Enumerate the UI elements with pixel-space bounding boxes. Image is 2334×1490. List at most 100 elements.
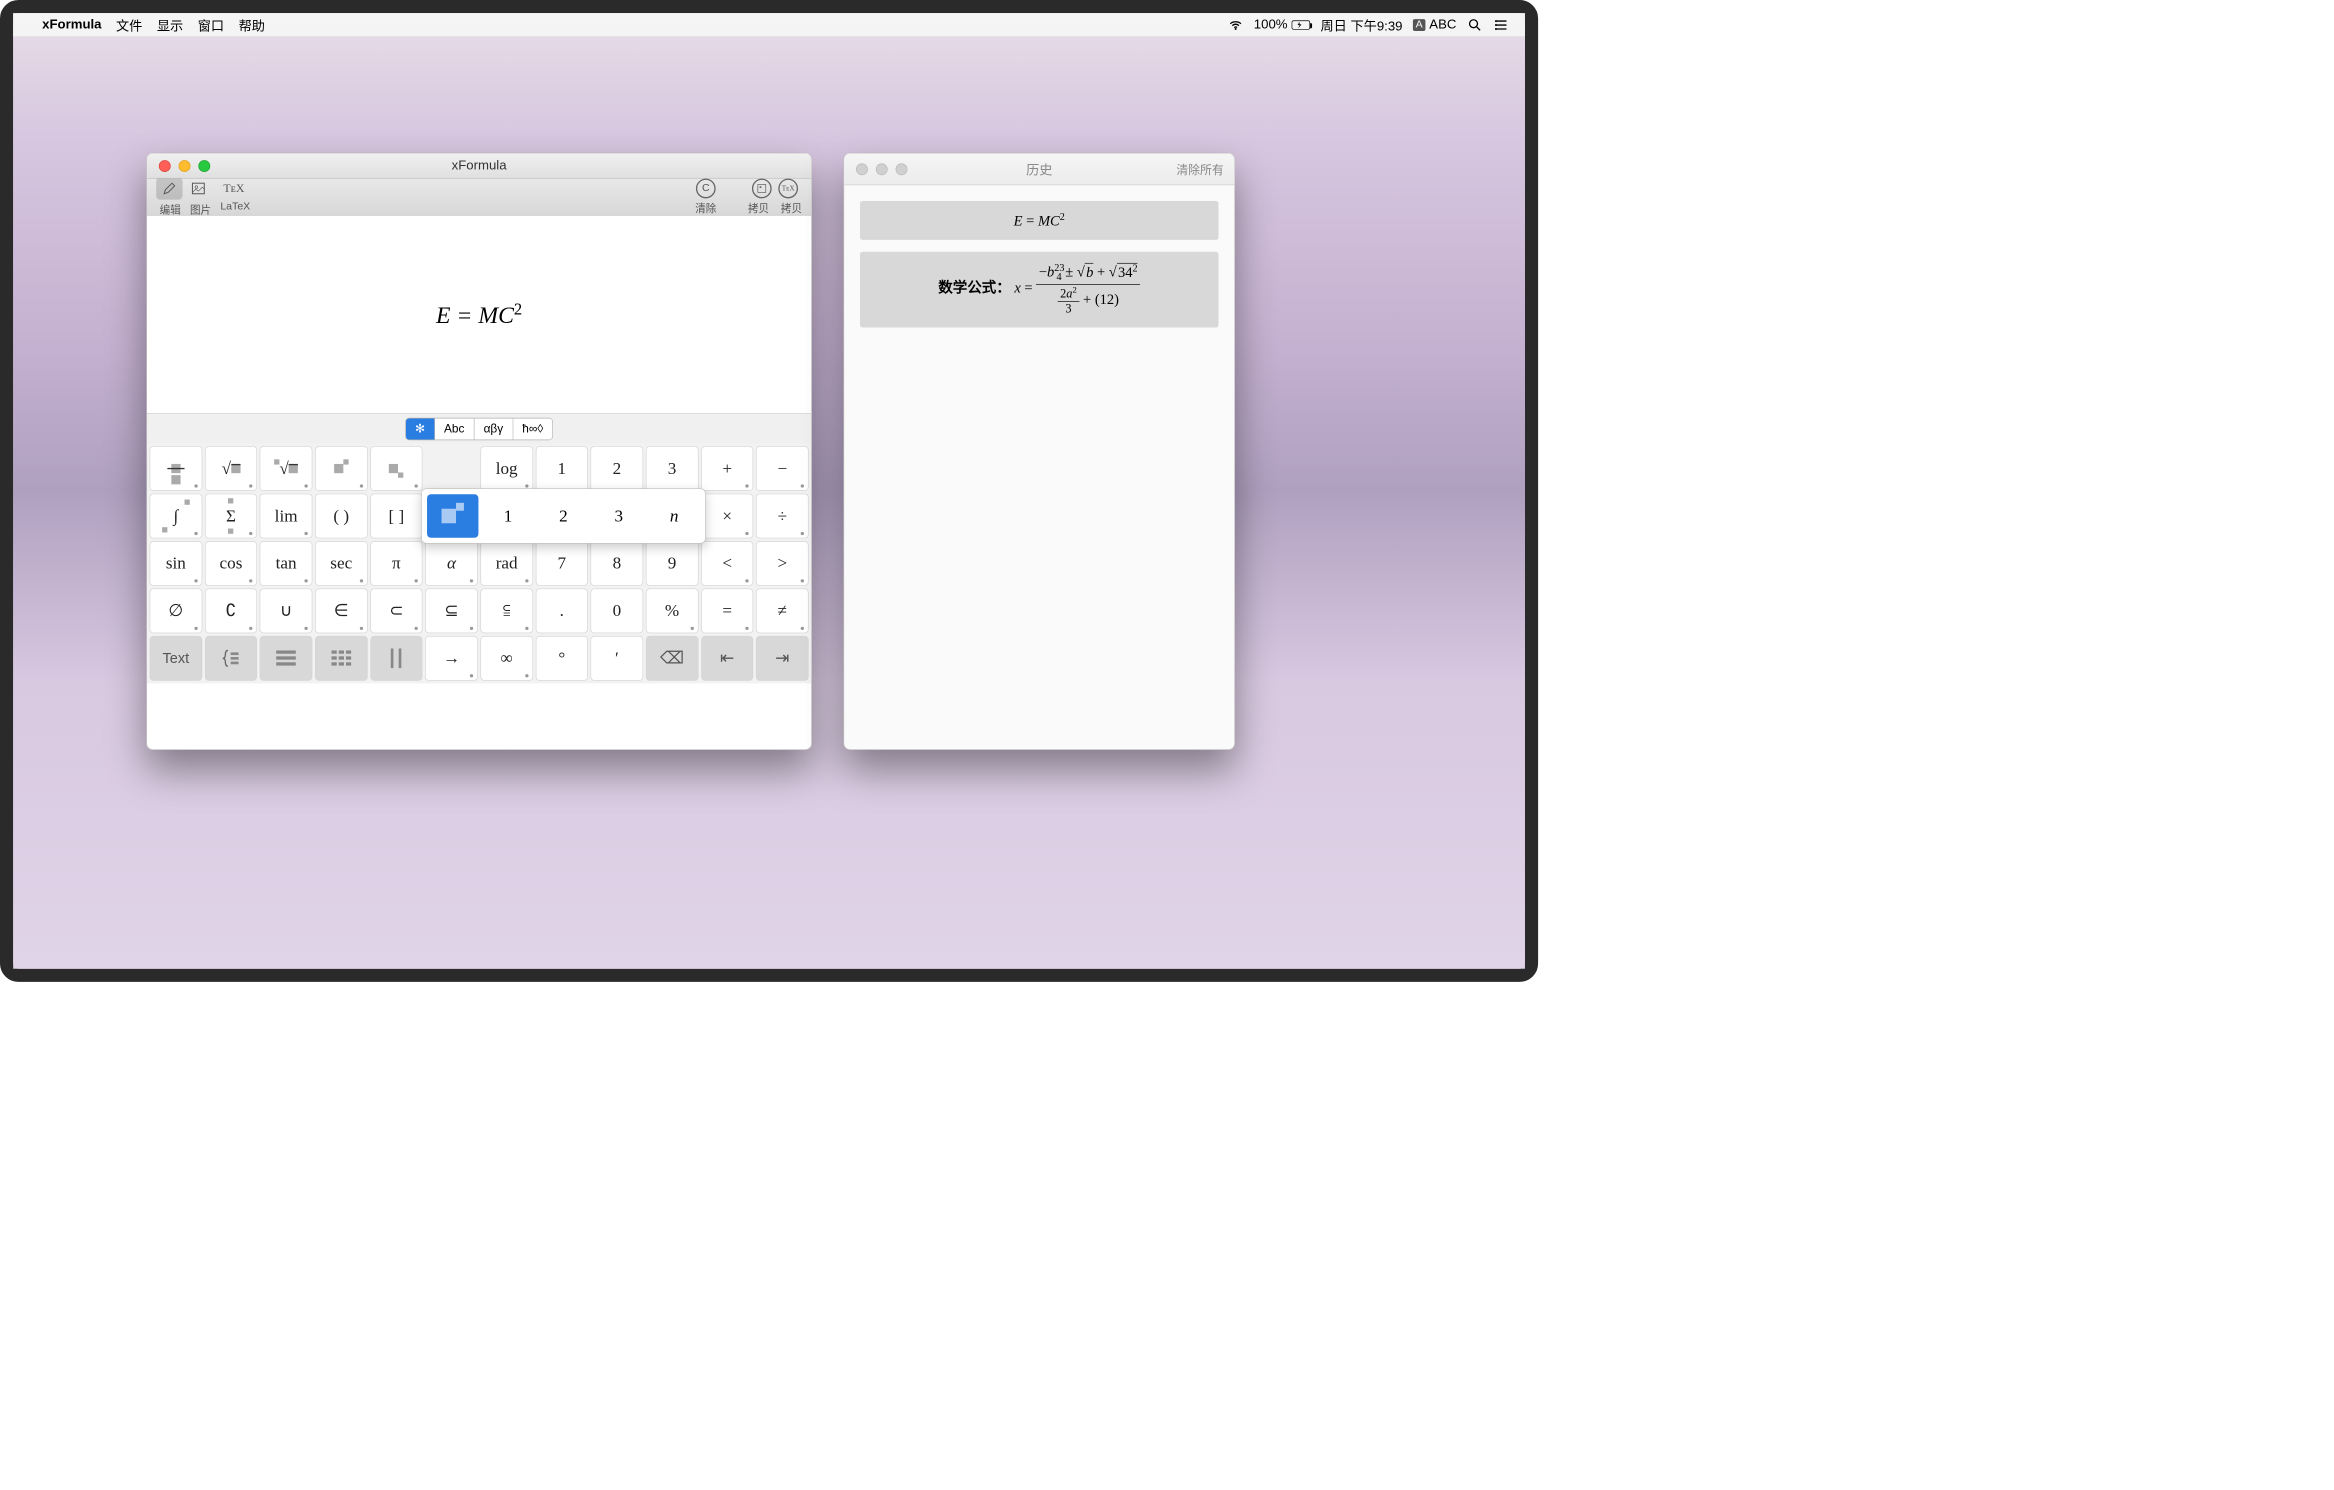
key-tab-start[interactable]: ⇤ [701,636,754,681]
key-sqrt[interactable]: √ [205,446,258,491]
key-tab-end[interactable]: ⇥ [756,636,808,681]
key-divide[interactable]: ÷ [756,494,808,539]
key-8[interactable]: 8 [591,541,643,586]
key-neq[interactable]: ≠ [756,588,808,633]
spotlight-icon[interactable] [1467,17,1483,33]
popup-n[interactable]: n [648,494,699,537]
key-lim[interactable]: lim [260,494,312,539]
key-pi[interactable]: π [370,541,423,586]
key-3[interactable]: 3 [646,446,699,491]
key-1[interactable]: 1 [536,446,589,491]
key-percent[interactable]: % [646,588,699,633]
key-subscript[interactable] [370,446,423,491]
control-center-icon[interactable] [1493,17,1509,33]
key-9[interactable]: 9 [646,541,699,586]
clear-label: 清除 [695,199,716,215]
copy1-label: 拷贝 [748,199,769,215]
key-equals[interactable]: = [701,588,754,633]
copy2-label: 拷贝 [781,199,802,215]
toolbar: TᴇX 编辑 图片 LaTeX C 清除 [147,179,811,216]
popup-1[interactable]: 1 [482,494,533,537]
key-emptyset[interactable]: ∅ [150,588,202,633]
key-text[interactable]: Text [150,636,202,681]
key-prime[interactable]: ′ [591,636,643,681]
battery-status[interactable]: 100% [1254,17,1310,32]
key-union[interactable]: ∪ [260,588,312,633]
app-menu[interactable]: xFormula [42,17,101,32]
popup-2[interactable]: 2 [538,494,589,537]
key-alpha[interactable]: α [425,541,477,586]
minimize-button[interactable] [179,160,191,172]
clock[interactable]: 周日 下午9:39 [1320,15,1402,34]
tab-symbols[interactable]: ħ∞◊ [513,418,552,439]
key-complement[interactable]: ∁ [205,588,258,633]
key-degree[interactable]: ° [536,636,589,681]
key-infinity[interactable]: ∞ [480,636,533,681]
key-nroot[interactable]: √ [260,446,312,491]
key-integral[interactable]: ∫ [150,494,202,539]
menubar: xFormula 文件 显示 窗口 帮助 100% 周日 下午9:39 AABC [13,13,1525,37]
hist-close-button[interactable] [856,163,868,175]
key-lt[interactable]: < [701,541,754,586]
latex-mode-button[interactable]: TᴇX [214,177,254,199]
popup-box[interactable] [427,494,478,537]
history-item-1[interactable]: E = MC2 [860,201,1218,240]
key-multiply[interactable]: × [701,494,754,539]
window-menu[interactable]: 窗口 [198,15,224,34]
key-log[interactable]: log [480,446,533,491]
key-cos[interactable]: cos [205,541,258,586]
key-matrix-rows[interactable] [260,636,312,681]
key-subsetneq[interactable]: ⫅ [480,588,533,633]
key-arrow[interactable]: → [425,636,477,681]
tab-greek[interactable]: αβγ [474,418,513,439]
key-fraction[interactable] [150,446,202,491]
key-brackets[interactable]: [ ] [370,494,423,539]
key-in[interactable]: ∈ [315,588,368,633]
latex-label: LaTeX [220,201,250,217]
key-dot[interactable]: . [536,588,589,633]
key-gt[interactable]: > [756,541,808,586]
key-sec[interactable]: sec [315,541,368,586]
key-backspace[interactable]: ⌫ [646,636,699,681]
key-7[interactable]: 7 [536,541,589,586]
key-cases[interactable] [205,636,258,681]
wifi-icon[interactable] [1227,17,1243,33]
input-source[interactable]: AABC [1413,17,1456,32]
image-label: 图片 [190,201,211,217]
key-subseteq[interactable]: ⊆ [425,588,477,633]
clear-button[interactable]: C [696,178,716,198]
hist-minimize-button[interactable] [876,163,888,175]
clear-all-button[interactable]: 清除所有 [1176,160,1223,177]
key-minus[interactable]: − [756,446,808,491]
key-sigma[interactable]: Σ [205,494,258,539]
help-menu[interactable]: 帮助 [239,15,265,34]
key-plus[interactable]: + [701,446,754,491]
copy-tex-button[interactable]: TᴇX [778,178,798,198]
close-button[interactable] [159,160,171,172]
key-sin[interactable]: sin [150,541,202,586]
tab-settings[interactable]: ✻ [406,418,435,439]
image-mode-button[interactable] [185,177,211,199]
view-menu[interactable]: 显示 [157,15,183,34]
history-item-2[interactable]: 数学公式： x = −b234 ± √b + √342 2a23 + (12) [860,252,1218,327]
key-tan[interactable]: tan [260,541,312,586]
key-matrix-cols[interactable] [370,636,423,681]
edit-label: 编辑 [160,201,181,217]
history-titlebar[interactable]: 历史 清除所有 [844,154,1234,186]
formula-canvas[interactable]: E = MC2 [147,215,811,413]
popup-3[interactable]: 3 [593,494,644,537]
key-superscript[interactable] [315,446,368,491]
edit-mode-button[interactable] [156,177,182,199]
key-subset[interactable]: ⊂ [370,588,423,633]
key-parens[interactable]: ( ) [315,494,368,539]
key-matrix-grid[interactable] [315,636,368,681]
hist-zoom-button[interactable] [896,163,908,175]
file-menu[interactable]: 文件 [116,15,142,34]
key-2[interactable]: 2 [591,446,643,491]
key-0[interactable]: 0 [591,588,643,633]
main-titlebar[interactable]: xFormula [147,154,811,179]
zoom-button[interactable] [198,160,210,172]
tab-abc[interactable]: Abc [435,418,475,439]
key-rad[interactable]: rad [480,541,533,586]
copy-image-button[interactable] [752,178,772,198]
